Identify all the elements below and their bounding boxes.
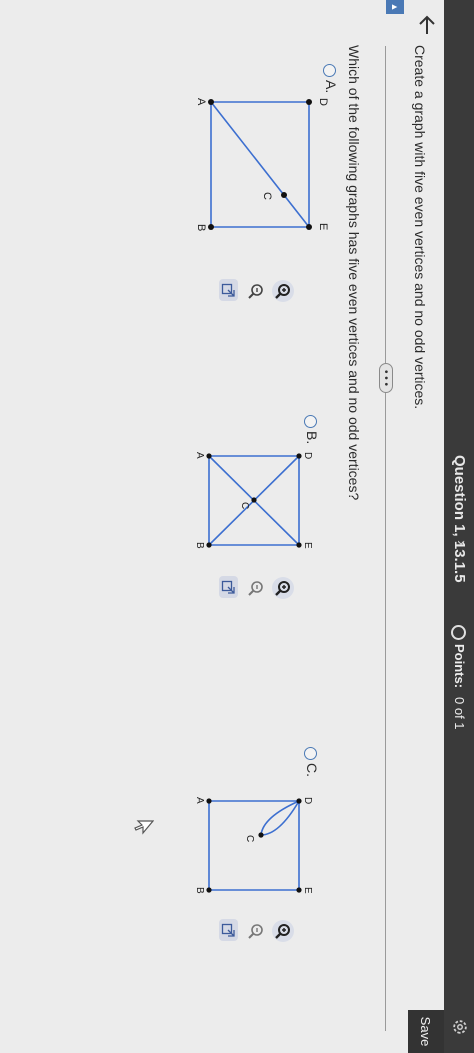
zoom-out-icon [248,581,263,596]
vertex-label-b: B [194,887,205,894]
question-page: Question 1, 13.1.5 › Points: 0 of 1 Save… [0,0,474,1053]
vertex-b [206,542,212,548]
question-title: Question 1, 13.1.5 [451,455,468,583]
vertex-label-e: E [317,223,329,230]
vertex-label-c: C [239,502,250,509]
graph-b: A B C D E [194,452,313,549]
points-label: Points: [452,644,467,689]
option-b-label: B. [304,431,320,445]
gear-icon[interactable] [451,1018,469,1036]
option-a-zoom-out-button[interactable] [245,280,267,302]
option-c-label: C. [304,763,320,777]
zoom-in-icon [275,284,290,299]
vertex-d [306,99,312,105]
vertex-label-c: C [244,835,255,842]
points-value: 0 of 1 [452,697,467,730]
vertex-label-e: E [302,887,313,894]
vertex-label-a: A [195,98,207,106]
option-c-zoom-in-button[interactable] [272,920,294,942]
vertex-label-c: C [261,192,273,200]
option-b-zoom-out-button[interactable] [245,577,267,599]
vertex-e [306,224,312,230]
popout-icon [222,283,236,297]
points-status-icon [451,625,466,640]
vertex-label-a: A [194,452,205,459]
option-a-zoom-in-button[interactable] [272,280,294,302]
edge-d-c-2 [260,800,300,836]
vertex-d [296,453,302,459]
vertex-a [206,453,212,459]
next-question-chevron-icon[interactable]: › [452,540,470,545]
vertex-b [208,224,214,230]
option-a-radio[interactable] [323,64,336,77]
vertex-d [296,798,302,804]
option-c-zoom-out-button[interactable] [245,920,267,942]
option-b-popout-button[interactable] [219,576,238,598]
collapse-panel-tab[interactable]: ▲ [386,0,404,14]
option-c-popout-button[interactable] [219,919,238,941]
option-a-popout-button[interactable] [219,279,238,301]
vertex-label-d: D [302,797,313,804]
back-arrow-icon[interactable] [416,14,438,36]
vertex-c [258,832,264,838]
vertex-label-d: D [302,452,313,459]
more-button[interactable]: • • • [379,363,393,393]
vertex-c [281,192,287,198]
vertex-a [208,99,214,105]
cursor-icon [134,820,154,835]
edge-a-e [210,101,310,228]
vertex-a [206,798,212,804]
vertex-label-a: A [194,797,205,804]
vertex-label-b: B [194,542,205,549]
vertex-label-e: E [302,542,313,549]
zoom-out-icon [248,924,263,939]
zoom-in-icon [275,924,290,939]
graph-c: A B C D E [194,797,313,894]
graph-a: A B C D E [195,98,329,231]
vertex-e [296,542,302,548]
edge-d-c-1 [260,800,300,836]
vertex-b [206,887,212,893]
zoom-in-icon [275,581,290,596]
vertex-label-b: B [195,224,207,231]
option-c-radio[interactable] [304,747,317,760]
zoom-out-icon [248,284,263,299]
option-b-zoom-in-button[interactable] [272,577,294,599]
vertex-c [251,497,257,503]
save-button[interactable]: Save [408,1010,444,1053]
divider [385,46,386,1031]
popout-icon [222,923,236,937]
popout-icon [222,580,236,594]
vertex-e [296,887,302,893]
vertex-label-d: D [317,98,329,106]
exercise-prompt: Create a graph with five even vertices a… [412,45,428,410]
option-b-radio[interactable] [304,415,317,428]
question-text: Which of the following graphs has five e… [346,45,362,501]
